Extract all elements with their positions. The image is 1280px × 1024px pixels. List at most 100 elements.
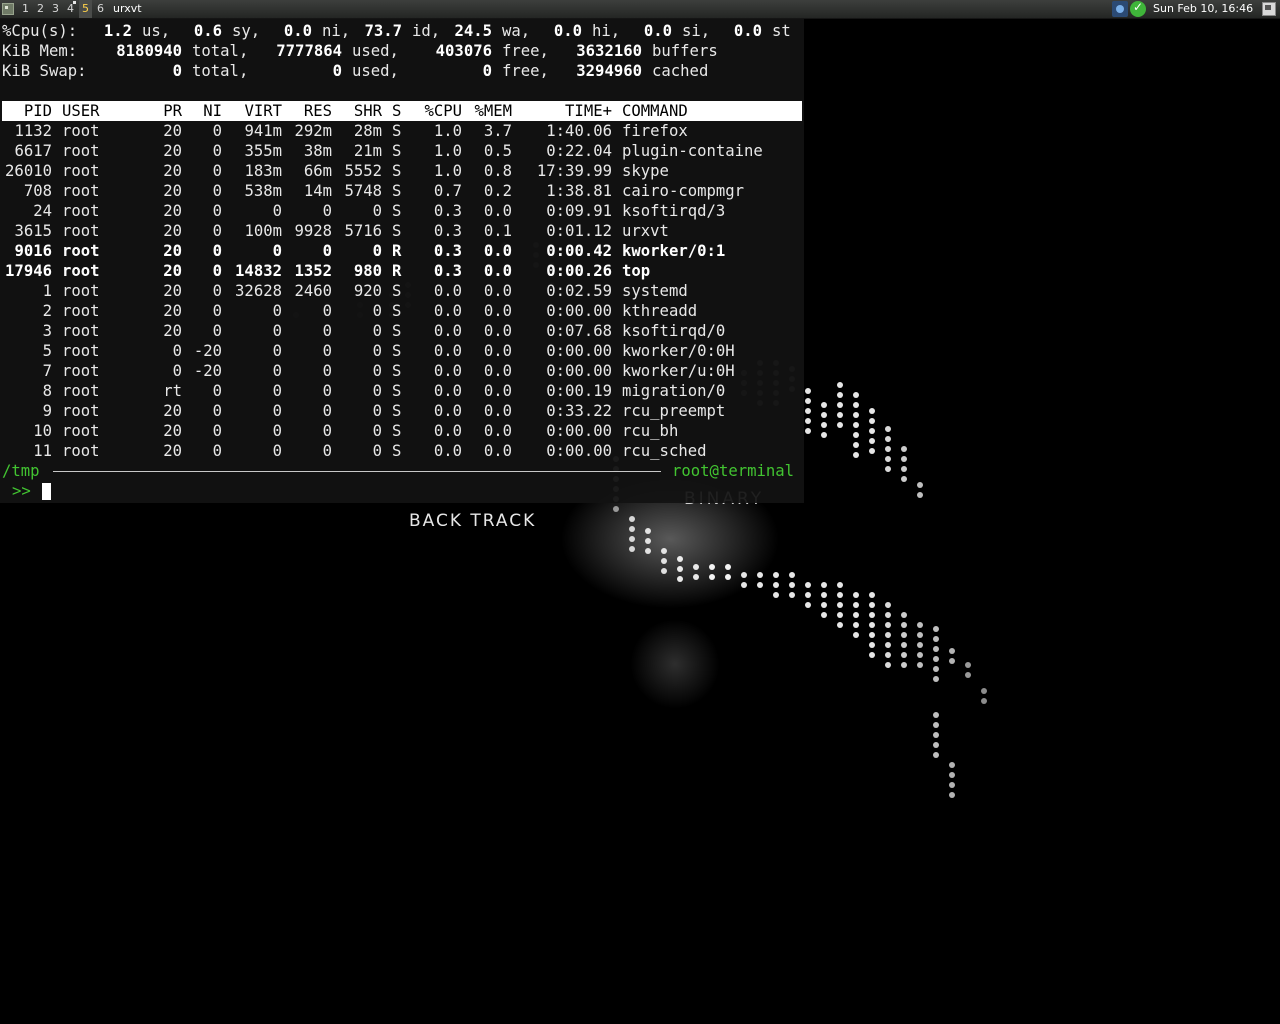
wallpaper-dot xyxy=(933,636,939,642)
taskbar-window-urxvt[interactable]: urxvt xyxy=(113,0,142,18)
wallpaper-dot xyxy=(901,456,907,462)
workspace-button[interactable]: 1 xyxy=(19,0,32,18)
pid-cell: 8 xyxy=(42,382,52,400)
workspace-button[interactable]: 4 xyxy=(64,0,77,18)
clock[interactable]: Sun Feb 10, 16:46 xyxy=(1153,0,1253,18)
wallpaper-dot xyxy=(869,418,875,424)
process-row: 708 root 20 0 538m 14m 5748 S 0.7 0.2 1:38.81 cairo… xyxy=(0,181,804,201)
cpu-cell: 0.7 xyxy=(433,182,462,200)
wallpaper-dot xyxy=(885,642,891,648)
wallpaper-dot xyxy=(949,762,955,768)
wallpaper-dot xyxy=(789,592,795,598)
res-cell: 0 xyxy=(322,382,332,400)
res-cell: 2460 xyxy=(294,282,332,300)
workspace-label: 3 xyxy=(52,2,59,15)
wallpaper-dot xyxy=(821,582,827,588)
wallpaper-dot xyxy=(965,662,971,668)
wallpaper-dot xyxy=(949,782,955,788)
show-desktop-icon[interactable] xyxy=(1262,2,1276,16)
wallpaper-dot xyxy=(917,482,923,488)
process-row: 9 root 20 0 0 0 0 S 0.0 0.0 0:33.22 rcu_preempt xyxy=(0,401,804,421)
shr-cell: 5748 xyxy=(344,182,382,200)
workspace-button[interactable]: 3 xyxy=(49,0,62,18)
wallpaper-dot xyxy=(821,402,827,408)
mem-cell: 0.2 xyxy=(483,182,512,200)
wallpaper-dot xyxy=(917,652,923,658)
process-table-header: PID USER PR NI VIRT RES SHR S %CPU %MEM TIME+ COMMA… xyxy=(2,101,802,121)
cpu-wa: 24.5 xyxy=(454,22,492,40)
wallpaper-dot xyxy=(805,388,811,394)
wallpaper-dot xyxy=(885,602,891,608)
column-header: %CPU xyxy=(424,102,462,120)
pid-cell: 11 xyxy=(33,442,52,460)
time-cell: 1:40.06 xyxy=(546,122,612,140)
priority-cell: rt xyxy=(163,382,182,400)
user-cell: root xyxy=(62,202,100,220)
command-cell: kworker/u:0H xyxy=(622,362,735,380)
update-check-icon[interactable] xyxy=(1130,0,1146,17)
time-cell: 0:00.42 xyxy=(546,242,612,260)
terminal-window[interactable]: %Cpu(s): 1.2 us, 0.6 sy, 0.0 ni, 73.7 id… xyxy=(0,19,804,503)
process-row: 10 root 20 0 0 0 0 S 0.0 0.0 0:00.00 rcu_bh xyxy=(0,421,804,441)
priority-cell: 20 xyxy=(163,222,182,240)
workspace-button[interactable]: 2 xyxy=(34,0,47,18)
user-cell: root xyxy=(62,322,100,340)
user-cell: root xyxy=(62,222,100,240)
shr-cell: 0 xyxy=(372,402,382,420)
shr-cell: 0 xyxy=(372,382,382,400)
virt-cell: 538m xyxy=(244,182,282,200)
time-cell: 0:33.22 xyxy=(546,402,612,420)
workspace-label: 2 xyxy=(37,2,44,15)
wallpaper-dot xyxy=(821,412,827,418)
cpu-cell: 0.3 xyxy=(433,242,462,260)
wallpaper-dot xyxy=(885,446,891,452)
wallpaper-dot xyxy=(789,582,795,588)
time-cell: 0:09.91 xyxy=(546,202,612,220)
command-cell: firefox xyxy=(622,122,688,140)
wallpaper-dot xyxy=(853,612,859,618)
pid-cell: 6617 xyxy=(14,142,52,160)
wallpaper-dot xyxy=(853,622,859,628)
wallpaper-dot xyxy=(949,648,955,654)
priority-cell: 0 xyxy=(172,342,182,360)
nice-cell: 0 xyxy=(212,382,222,400)
wallpaper-dot xyxy=(901,476,907,482)
virt-cell: 941m xyxy=(244,122,282,140)
column-header: VIRT xyxy=(244,102,282,120)
wallpaper-dot xyxy=(805,592,811,598)
wallpaper-dot xyxy=(885,662,891,668)
mem-cell: 0.0 xyxy=(483,342,512,360)
process-row: 6617 root 20 0 355m 38m 21m S 1.0 0.5 0:22.04 plugi… xyxy=(0,141,804,161)
wallpaper-dot xyxy=(869,622,875,628)
mem-label: KiB Mem: xyxy=(2,42,78,60)
command-cell: rcu_preempt xyxy=(622,402,726,420)
column-header: S xyxy=(392,102,402,120)
wallpaper-dot xyxy=(869,642,875,648)
nice-cell: 0 xyxy=(212,122,222,140)
res-cell: 292m xyxy=(294,122,332,140)
shr-cell: 0 xyxy=(372,362,382,380)
wallpaper-dot xyxy=(837,612,843,618)
menu-icon[interactable] xyxy=(2,3,14,15)
swap-free: 0 xyxy=(482,62,492,80)
mem-cell: 3.7 xyxy=(483,122,512,140)
time-cell: 0:01.12 xyxy=(546,222,612,240)
workspace-button[interactable]: 6 xyxy=(94,0,107,18)
priority-cell: 20 xyxy=(163,202,182,220)
time-cell: 0:00.00 xyxy=(546,442,612,460)
wallpaper-dot xyxy=(629,526,635,532)
wallpaper-dot xyxy=(933,752,939,758)
time-cell: 17:39.99 xyxy=(536,162,612,180)
state-cell: S xyxy=(392,302,402,320)
wallpaper-dot xyxy=(901,662,907,668)
column-header: RES xyxy=(303,102,332,120)
wallpaper-dot xyxy=(949,792,955,798)
wallpaper-dot xyxy=(853,592,859,598)
state-cell: S xyxy=(392,422,402,440)
workspace-button[interactable]: 5 xyxy=(79,0,92,18)
network-icon[interactable] xyxy=(1112,1,1128,17)
wallpaper-dot xyxy=(789,572,795,578)
process-row: 17946 root 20 0 14832 1352 980 R 0.3 0.0 0:00.26 to… xyxy=(0,261,804,281)
wallpaper-dot xyxy=(773,582,779,588)
mem-cell: 0.0 xyxy=(483,442,512,460)
